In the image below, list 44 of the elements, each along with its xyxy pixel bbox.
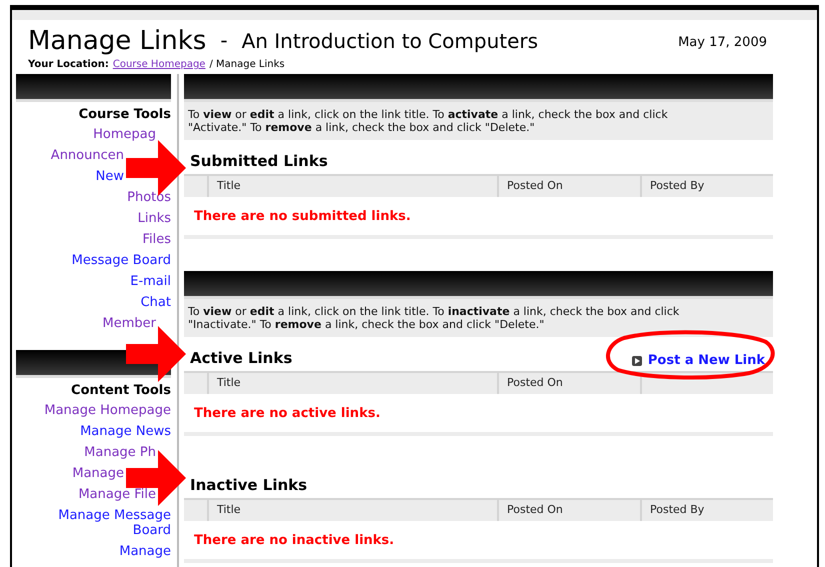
column-header: Title <box>207 373 497 394</box>
sidebar-link[interactable]: Member <box>102 316 156 331</box>
sidebar-link[interactable]: Manage Message Board <box>36 508 171 538</box>
section-heading: Active Links <box>189 348 294 369</box>
column-header: Posted By <box>640 500 773 521</box>
sidebar-link[interactable]: Manage News <box>80 424 171 439</box>
sidebar-link[interactable]: Manage Homepage <box>44 403 171 418</box>
page-title: Manage Links <box>28 26 206 56</box>
empty-message: There are no submitted links. <box>184 197 773 239</box>
breadcrumb-link[interactable]: Course Homepage <box>112 59 206 70</box>
section-heading: Inactive Links <box>189 475 308 496</box>
sidebar-link[interactable]: Manage File <box>78 487 156 502</box>
sidebar-link[interactable]: Chat <box>140 295 171 310</box>
sidebar-link[interactable]: Photos <box>127 190 171 205</box>
sidebar-link[interactable]: Homepag <box>93 127 156 142</box>
column-header: Title <box>207 176 497 197</box>
sidebar-link[interactable]: Manage <box>72 466 124 481</box>
instructions-text: To view or edit a link, click on the link title. To inactivate a link, check the box and click "Inactivate." To remove a link, check the box and click "Delete." <box>184 299 773 337</box>
empty-message: There are no active links. <box>184 394 773 436</box>
column-header: Posted On <box>497 500 640 521</box>
breadcrumb-current: / Manage Links <box>209 59 285 70</box>
sidebar-heading: Course Tools <box>78 107 171 122</box>
column-header: Posted On <box>497 176 640 197</box>
sidebar-link[interactable]: Manage Ph <box>84 445 156 460</box>
column-header: Title <box>207 500 497 521</box>
arrow-annotation <box>126 326 186 382</box>
title-separator: - <box>220 28 228 54</box>
instructions-text: To view or edit a link, click on the link title. To activate a link, check the box and click "Activate." To remove a link, check the box and click "Delete." <box>184 102 773 140</box>
breadcrumb-label: Your Location: <box>28 59 109 70</box>
sidebar-link[interactable]: Links <box>138 211 171 226</box>
play-icon <box>632 356 642 366</box>
date: May 17, 2009 <box>678 35 767 52</box>
empty-message: There are no inactive links. <box>184 521 773 563</box>
sidebar-link[interactable]: E-mail <box>130 274 171 289</box>
sidebar-link[interactable]: Manage <box>119 544 171 559</box>
column-header: Posted By <box>640 176 773 197</box>
column-header: Posted On <box>497 373 640 394</box>
sidebar-link[interactable]: Files <box>142 232 171 247</box>
course-title: An Introduction to Computers <box>242 29 538 55</box>
sidebar-link[interactable]: Message Board <box>72 253 171 268</box>
sidebar-link[interactable]: Announcen <box>50 148 124 163</box>
sidebar-link[interactable]: New <box>96 169 124 184</box>
section-heading: Submitted Links <box>189 151 329 172</box>
sidebar-heading: Content Tools <box>71 383 171 398</box>
